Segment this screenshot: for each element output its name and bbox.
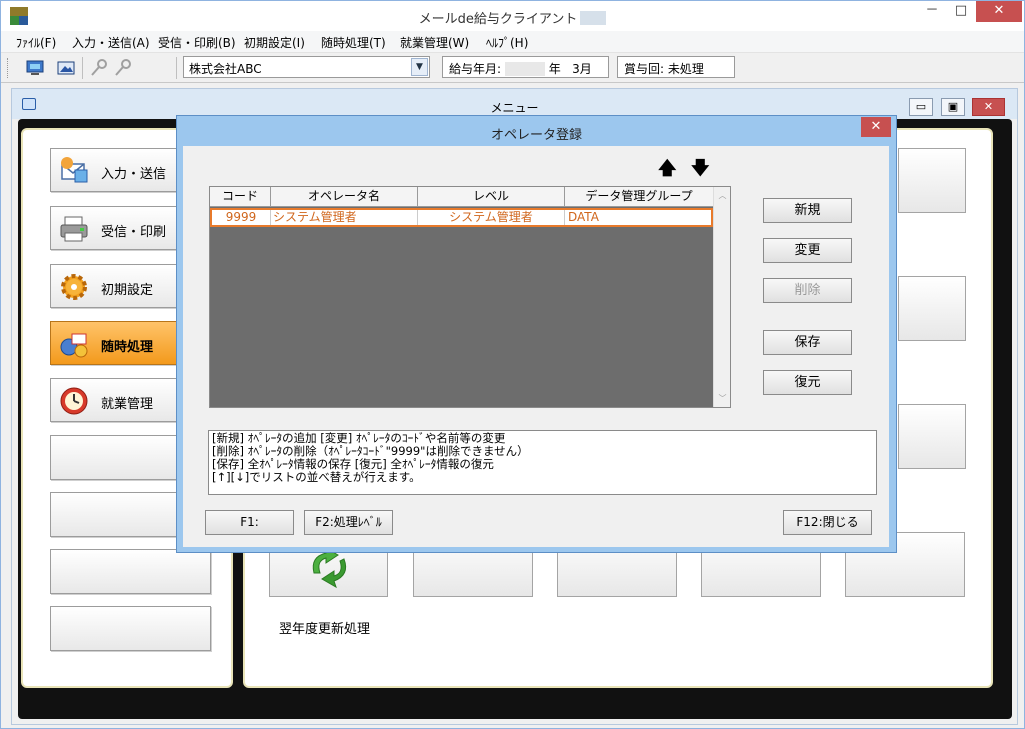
tile-empty[interactable]	[898, 404, 966, 469]
pay-month-value: 3月	[572, 62, 592, 76]
minimize-button[interactable]: －	[918, 1, 946, 22]
f1-button[interactable]: F1:	[205, 510, 294, 535]
change-button[interactable]: 変更	[763, 238, 852, 263]
table-row[interactable]: 9999 システム管理者 システム管理者 DATA	[210, 208, 713, 227]
save-button[interactable]: 保存	[763, 330, 852, 355]
menu-file[interactable]: ﾌｧｲﾙ(F)	[16, 34, 56, 51]
help-text-box: [新規] ｵﾍﾟﾚｰﾀの追加 [変更] ｵﾍﾟﾚｰﾀのｺｰﾄﾞや名前等の変更 […	[208, 430, 877, 495]
gear-icon	[59, 272, 89, 302]
menu-close-button[interactable]: ✕	[972, 98, 1005, 116]
column-header-level[interactable]: レベル	[418, 187, 565, 207]
bonus-field: 賞与回: 未処理	[617, 56, 735, 78]
pay-year-suffix: 年	[548, 62, 561, 76]
title-bar: メールde給与クライアント － □ ✕	[1, 1, 1024, 31]
menu-window-title: メニュー	[490, 101, 539, 115]
move-up-icon[interactable]: 🡅	[658, 160, 677, 178]
image-icon[interactable]	[56, 58, 76, 78]
help-line: [↑][↓]でリストの並べ替えが行えます。	[212, 470, 421, 484]
chevron-down-icon[interactable]: ▼	[411, 58, 428, 76]
move-down-icon[interactable]: 🡇	[691, 160, 710, 178]
menu-initial-settings[interactable]: 初期設定(I)	[244, 34, 305, 51]
column-header-code[interactable]: コード	[210, 187, 271, 207]
column-header-operator-name[interactable]: オペレータ名	[271, 187, 418, 207]
cell-operator-name: システム管理者	[271, 210, 418, 225]
clock-icon	[59, 386, 89, 416]
table-header: コード オペレータ名 レベル データ管理グループ	[210, 187, 713, 207]
menu-receive-print[interactable]: 受信・印刷(B)	[158, 34, 236, 51]
company-select-value: 株式会社ABC	[189, 62, 262, 76]
main-window: メールde給与クライアント － □ ✕ ﾌｧｲﾙ(F) 入力・送信(A) 受信・…	[0, 0, 1025, 729]
toolbar-grip[interactable]	[7, 58, 10, 78]
tile-empty[interactable]	[898, 276, 966, 341]
cell-level: システム管理者	[418, 210, 565, 225]
menu-bar: ﾌｧｲﾙ(F) 入力・送信(A) 受信・印刷(B) 初期設定(I) 随時処理(T…	[1, 31, 1024, 53]
menu-adhoc-processing[interactable]: 随時処理(T)	[321, 34, 386, 51]
tile-empty[interactable]	[898, 148, 966, 213]
scroll-up-icon[interactable]: ︿	[714, 187, 731, 204]
f12-close-button[interactable]: F12:閉じる	[783, 510, 872, 535]
operator-table[interactable]: コード オペレータ名 レベル データ管理グループ 9999 システム管理者 シス…	[209, 186, 731, 408]
menu-button-empty[interactable]	[50, 606, 211, 651]
menu-minimize-button[interactable]: ▭	[909, 98, 933, 116]
maximize-button[interactable]: □	[947, 1, 975, 22]
tools-icon	[59, 329, 89, 359]
menu-button-empty[interactable]	[50, 549, 211, 594]
printer-icon	[59, 214, 89, 244]
key-search-icon[interactable]	[113, 58, 133, 78]
menu-help[interactable]: ﾍﾙﾌﾟ(H)	[486, 34, 528, 51]
monitor-icon[interactable]	[25, 58, 45, 78]
operator-dialog: オペレータ登録 ✕ 🡅 🡇 コード オペレータ名 レベル データ管理グループ 9…	[176, 115, 897, 553]
dialog-body: 🡅 🡇 コード オペレータ名 レベル データ管理グループ 9999 システム管理…	[183, 146, 889, 547]
menu-maximize-button[interactable]: ▣	[941, 98, 965, 116]
window-title: メールde給与クライアント	[1, 8, 1024, 27]
cell-code: 9999	[212, 210, 271, 225]
menu-button-label: 就業管理	[101, 397, 154, 412]
tile-label: 翌年度更新処理	[279, 622, 371, 637]
close-button[interactable]: ✕	[976, 1, 1022, 22]
scroll-down-icon[interactable]: ﹀	[714, 390, 731, 407]
menu-input-send[interactable]: 入力・送信(A)	[72, 34, 150, 51]
new-button[interactable]: 新規	[763, 198, 852, 223]
key-icon[interactable]	[89, 58, 109, 78]
menu-attendance[interactable]: 就業管理(W)	[400, 34, 469, 51]
bonus-label: 賞与回:	[624, 62, 665, 76]
menu-button-label: 受信・印刷	[101, 225, 167, 240]
dialog-close-button[interactable]: ✕	[861, 117, 891, 137]
table-scrollbar[interactable]: ︿ ﹀	[713, 187, 730, 407]
envelope-icon	[59, 156, 89, 186]
delete-button[interactable]: 削除	[763, 278, 852, 303]
restore-button[interactable]: 復元	[763, 370, 852, 395]
pay-year-month-field: 給与年月: 年 3月	[442, 56, 609, 78]
cell-data-group: DATA	[568, 210, 599, 224]
menu-button-label: 入力・送信	[101, 167, 167, 182]
bonus-value: 未処理	[667, 62, 704, 76]
menu-button-label: 随時処理	[101, 340, 154, 355]
dialog-title: オペレータ登録	[490, 128, 582, 143]
company-select[interactable]: 株式会社ABC ▼	[183, 56, 430, 78]
f2-processing-level-button[interactable]: F2:処理ﾚﾍﾞﾙ	[304, 510, 393, 535]
column-header-data-group[interactable]: データ管理グループ	[565, 187, 713, 207]
pay-year-label: 給与年月:	[449, 62, 502, 76]
menu-button-label: 初期設定	[101, 283, 154, 298]
